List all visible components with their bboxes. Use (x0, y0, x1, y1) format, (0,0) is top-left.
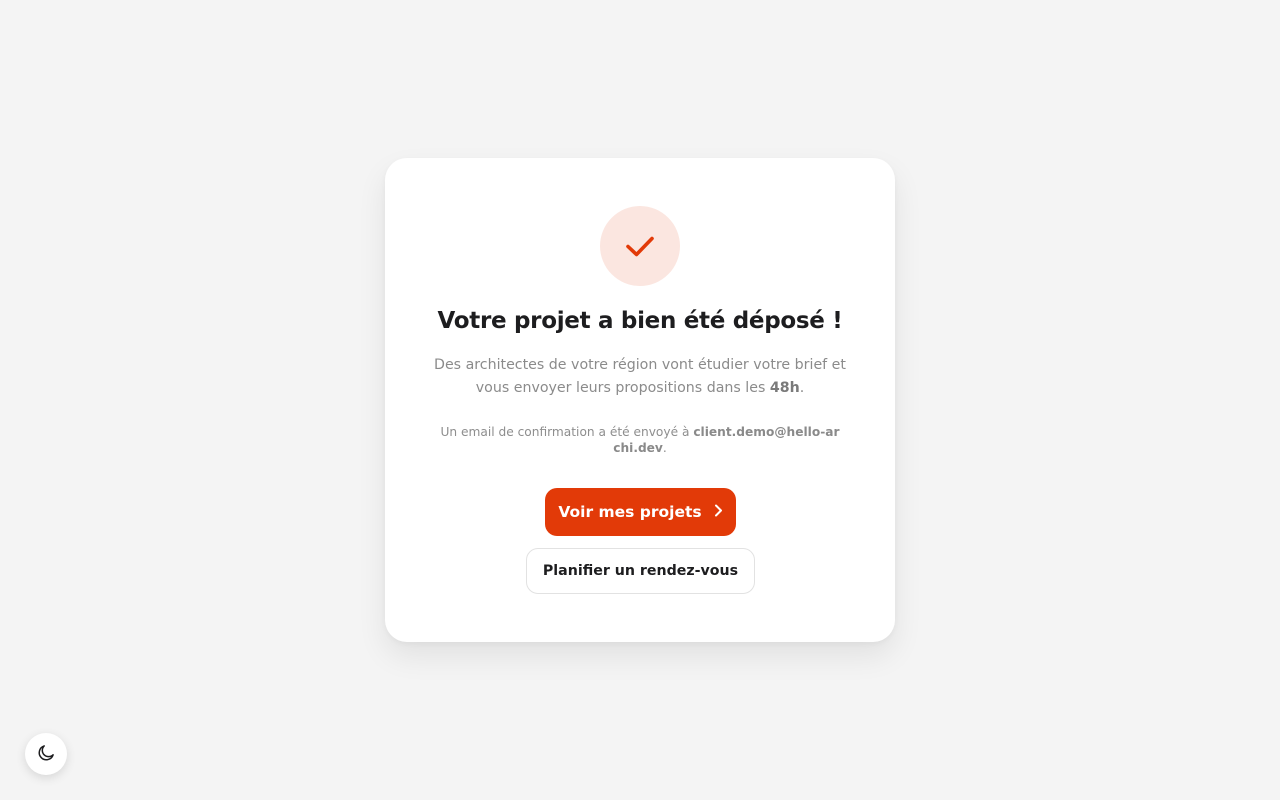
chevron-right-icon (714, 503, 723, 521)
page: Votre projet a bien été déposé ! Des arc… (0, 0, 1280, 800)
schedule-meeting-label: Planifier un rendez-vous (542, 563, 739, 579)
email-confirmation-note: Un email de confirmation a été envoyé à … (440, 424, 840, 456)
delay-highlight: 48h (769, 380, 800, 396)
view-projects-button[interactable]: Voir mes projets (545, 488, 736, 536)
schedule-meeting-button[interactable]: Planifier un rendez-vous (526, 548, 755, 594)
confirmation-description: Des architectes de votre région vont étu… (430, 354, 850, 400)
email-note-end: . (662, 441, 667, 455)
view-projects-label: Voir mes projets (558, 503, 702, 521)
confirmation-title: Votre projet a bien été déposé ! (437, 308, 843, 334)
moon-icon (36, 743, 56, 766)
success-badge (600, 206, 680, 286)
description-end: . (799, 380, 805, 396)
confirmation-card: Votre projet a bien été déposé ! Des arc… (385, 158, 895, 642)
email-note-text: Un email de confirmation a été envoyé à (440, 425, 694, 439)
check-icon (625, 231, 655, 261)
theme-toggle-button[interactable] (25, 733, 67, 775)
